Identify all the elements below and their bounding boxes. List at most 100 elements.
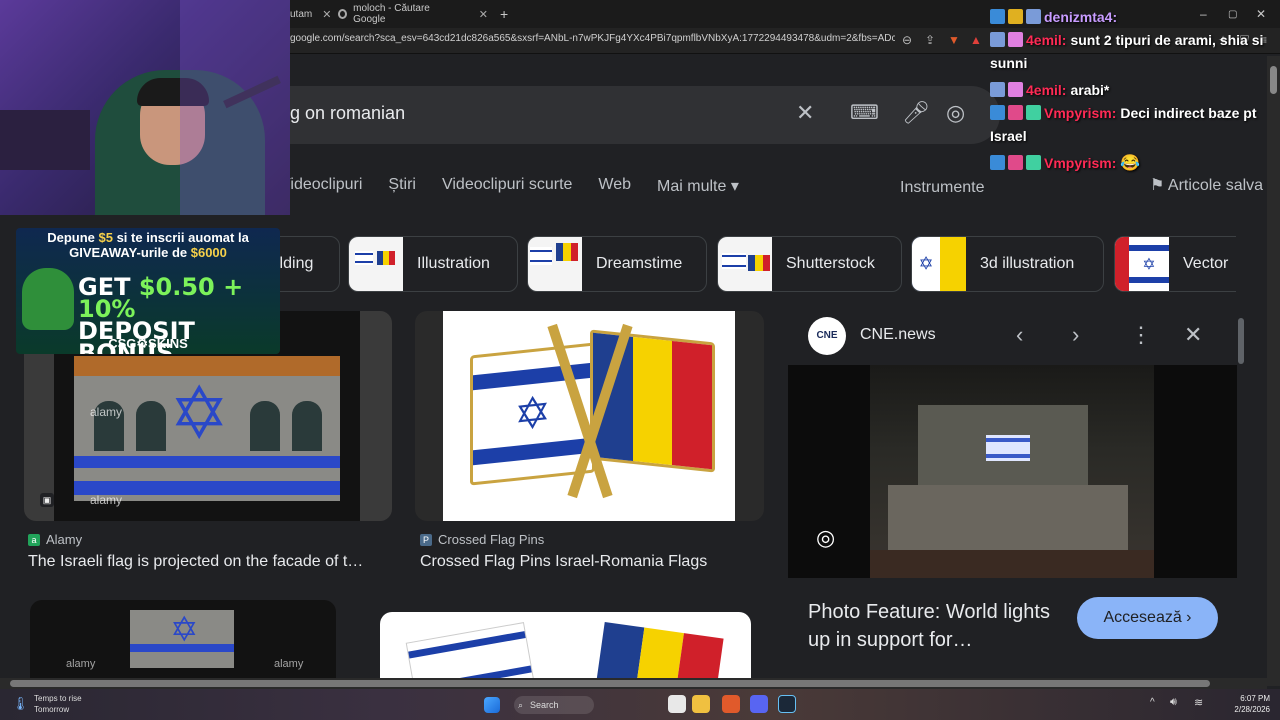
task-view-icon[interactable] xyxy=(668,695,686,713)
panel-source[interactable]: CNE.news xyxy=(860,326,936,344)
image-icon: ▣ xyxy=(40,493,54,507)
chip-vector[interactable]: ✡ Vector xyxy=(1114,236,1236,292)
close-tab-icon[interactable]: ✕ xyxy=(479,8,488,21)
badge-icon xyxy=(1026,105,1041,120)
share-icon[interactable]: ⇪ xyxy=(925,33,935,47)
tab-label: utam xyxy=(290,8,313,20)
bookmark-icon: ⚑ xyxy=(1150,177,1165,194)
chat-username: denizmta4: xyxy=(1044,9,1118,25)
chevron-right-icon[interactable]: › xyxy=(1072,322,1079,348)
chevron-up-icon[interactable]: ^ xyxy=(1150,697,1155,708)
ad-amount: $5 xyxy=(98,230,113,245)
search-query[interactable]: g on romanian xyxy=(290,103,405,124)
tab-web[interactable]: Web xyxy=(598,176,631,204)
badge-icon xyxy=(990,9,1005,24)
chevron-left-icon[interactable]: ‹ xyxy=(1016,322,1023,348)
badge-icon xyxy=(1026,9,1041,24)
new-tab-button[interactable]: + xyxy=(500,2,508,26)
wifi-icon[interactable]: ≋ xyxy=(1194,696,1203,709)
search-nav-tabs: Videoclipuri Știri Videoclipuri scurte W… xyxy=(280,176,739,204)
file-explorer-icon[interactable] xyxy=(692,695,710,713)
watermark: alamy xyxy=(90,405,123,419)
page-scrollbar[interactable] xyxy=(1267,56,1280,686)
weather-widget[interactable]: Temps to rise Tomorrow xyxy=(34,693,82,715)
result-caption[interactable]: The Israeli flag is projected on the fac… xyxy=(28,553,388,571)
chip-label: Vector xyxy=(1183,255,1229,272)
romania-flag xyxy=(590,329,715,473)
chip-shutterstock[interactable]: Shutterstock xyxy=(717,236,902,292)
badge-icon xyxy=(1008,32,1023,47)
google-favicon-icon xyxy=(338,9,348,19)
watermark: alamy xyxy=(274,658,304,670)
tab-more[interactable]: Mai multe ▾ xyxy=(657,176,739,204)
horizontal-scrollbar[interactable] xyxy=(0,678,1267,689)
lens-search-icon[interactable]: ◎ xyxy=(816,525,835,551)
badge-icon xyxy=(990,155,1005,170)
chat-message: denizmta4: xyxy=(990,6,1266,29)
taskbar-search[interactable]: ⌕ Search xyxy=(514,696,594,714)
result-image-row2-a[interactable]: ✡ alamy alamy xyxy=(30,600,336,678)
url-text[interactable]: google.com/search?sca_esv=643cd21dc826a5… xyxy=(290,33,895,44)
taskbar: 🌡︎ Temps to rise Tomorrow ⌕ Search ^ 🔊︎ … xyxy=(0,689,1280,720)
brave-browser-icon[interactable] xyxy=(722,695,740,713)
chat-message: 4emil: sunt 2 tipuri de arami, shia si su… xyxy=(990,29,1266,75)
chip-dreamstime[interactable]: Dreamstime xyxy=(527,236,707,292)
chip-label: 3d illustration xyxy=(980,255,1075,272)
panel-header: CNE CNE.news ‹ › ⋮ ✕ xyxy=(788,308,1237,364)
chip-label: Shutterstock xyxy=(786,255,875,272)
tools-button[interactable]: Instrumente xyxy=(900,179,984,197)
close-icon[interactable]: ✕ xyxy=(796,100,814,126)
result-image-flag-pins[interactable]: ✡ xyxy=(415,311,764,521)
chat-username: 4emil: xyxy=(1026,32,1067,48)
search-input[interactable]: g on romanian ✕ ⌨ 🎤︎ ◎ xyxy=(230,86,1000,144)
chip-label: Illustration xyxy=(417,255,490,272)
close-tab-icon[interactable]: ✕ xyxy=(322,8,331,21)
chip-thumbnail xyxy=(528,237,582,291)
camera-search-icon[interactable]: ◎ xyxy=(946,100,965,126)
chat-message: 4emil: arabi* xyxy=(990,79,1266,102)
source-name: Alamy xyxy=(46,532,83,547)
badge-icon xyxy=(990,82,1005,97)
mic-icon[interactable]: 🎤︎ xyxy=(902,100,930,126)
ad-text: si te inscrii auomat la xyxy=(112,230,249,245)
chip-3d-illustration[interactable]: ✡ 3d illustration xyxy=(911,236,1104,292)
result-source[interactable]: P Crossed Flag Pins xyxy=(420,532,544,547)
clock-date: 2/28/2026 xyxy=(1234,705,1270,714)
tab-short-videos[interactable]: Videoclipuri scurte xyxy=(442,176,572,204)
weather-title: Temps to rise xyxy=(34,694,82,703)
volume-icon[interactable]: 🔊︎ xyxy=(1170,696,1177,709)
discord-icon[interactable] xyxy=(750,695,768,713)
panel-title[interactable]: Photo Feature: World lights up in suppor… xyxy=(808,598,1068,654)
horizontal-scrollbar-thumb[interactable] xyxy=(10,680,1210,687)
scrollbar-thumb[interactable] xyxy=(1270,66,1277,94)
image-preview-panel: CNE CNE.news ‹ › ⋮ ✕ ◎ Photo Feature: Wo… xyxy=(788,308,1237,653)
chip-thumbnail xyxy=(718,237,772,291)
ad-headline: Depune $5 si te inscrii auomat la GIVEAW… xyxy=(16,230,280,260)
panel-preview-image[interactable]: ◎ xyxy=(788,365,1237,578)
panel-scrollbar[interactable] xyxy=(1238,318,1244,364)
tab-previous[interactable]: utam ✕ xyxy=(290,2,331,26)
badge-icon xyxy=(990,105,1005,120)
zoom-icon[interactable]: ⊖ xyxy=(902,33,912,47)
search-icon: ⌕ xyxy=(518,700,524,710)
watermark: alamy xyxy=(90,493,123,507)
keyboard-icon[interactable]: ⌨ xyxy=(850,100,879,125)
saved-button[interactable]: ⚑ Articole salva xyxy=(1150,175,1263,195)
clock[interactable]: 6:07 PM 2/28/2026 xyxy=(1228,693,1270,715)
chip-illustration[interactable]: Illustration xyxy=(348,236,518,292)
visit-button[interactable]: Accesează › xyxy=(1077,597,1218,639)
tab-news[interactable]: Știri xyxy=(388,176,416,204)
steam-icon[interactable] xyxy=(778,695,796,713)
result-image-row2-b[interactable] xyxy=(380,612,751,678)
result-caption[interactable]: Crossed Flag Pins Israel-Romania Flags xyxy=(420,553,760,571)
chip-thumbnail: ✡ xyxy=(912,237,966,291)
sponsor-banner: Depune $5 si te inscrii auomat la GIVEAW… xyxy=(16,228,280,354)
rewards-icon[interactable]: ▲ xyxy=(970,33,982,47)
tab-active[interactable]: moloch - Căutare Google ✕ xyxy=(338,2,488,26)
brave-shield-icon[interactable]: ▼ xyxy=(948,33,960,47)
close-icon[interactable]: ✕ xyxy=(1184,322,1202,348)
tab-videos[interactable]: Videoclipuri xyxy=(280,176,362,204)
result-source[interactable]: a Alamy xyxy=(28,532,82,547)
windows-start-icon[interactable] xyxy=(484,697,500,713)
more-options-icon[interactable]: ⋮ xyxy=(1130,322,1152,348)
